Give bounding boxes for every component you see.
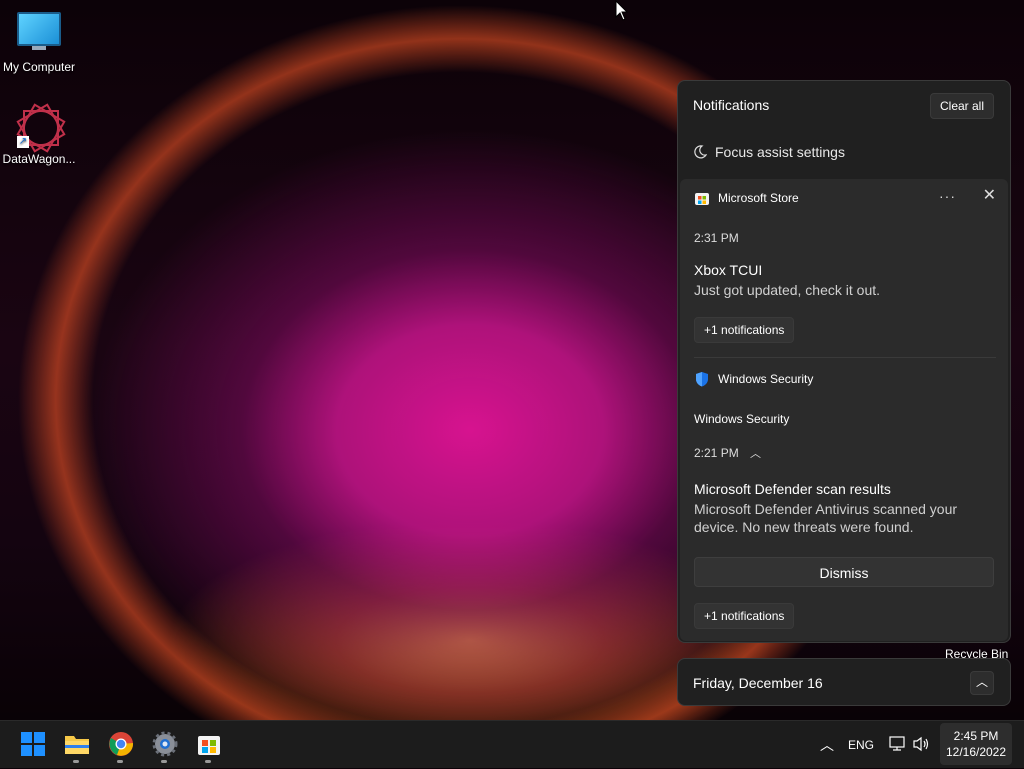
desktop-icon-label: My Computer bbox=[2, 60, 76, 74]
running-indicator bbox=[205, 760, 211, 763]
store-icon bbox=[695, 193, 709, 205]
dismiss-button[interactable]: Dismiss bbox=[694, 557, 994, 587]
datawagon-icon: ↗ bbox=[16, 103, 66, 153]
shortcut-arrow-icon: ↗ bbox=[17, 136, 29, 148]
file-explorer-icon[interactable] bbox=[64, 731, 90, 757]
desktop-icon-my-computer[interactable]: My Computer bbox=[0, 8, 78, 74]
clock-button[interactable]: 2:45 PM 12/16/2022 bbox=[940, 723, 1012, 765]
running-indicator bbox=[117, 760, 123, 763]
clear-all-button[interactable]: Clear all bbox=[929, 93, 994, 119]
desktop-icon-datawagon[interactable]: ↗ DataWagon... bbox=[0, 103, 78, 166]
language-indicator[interactable]: ENG bbox=[848, 721, 874, 769]
notification-body[interactable]: Just got updated, check it out. bbox=[694, 281, 994, 299]
notification-app-name: Microsoft Store bbox=[718, 191, 799, 205]
notification-title[interactable]: Microsoft Defender scan results bbox=[694, 481, 891, 497]
chrome-icon[interactable] bbox=[108, 731, 134, 757]
mouse-cursor-icon bbox=[615, 0, 629, 21]
more-options-icon[interactable]: ··· bbox=[939, 188, 956, 204]
focus-assist-settings-link[interactable]: Focus assist settings bbox=[693, 144, 845, 160]
shield-icon bbox=[696, 372, 708, 387]
settings-icon[interactable] bbox=[152, 731, 178, 757]
show-hidden-icons-button[interactable]: ︿ bbox=[820, 721, 834, 769]
running-indicator bbox=[161, 760, 167, 763]
notification-time: 2:21 PM bbox=[694, 446, 739, 460]
notification-time-toggle[interactable]: 2:21 PM ︿ bbox=[694, 445, 761, 461]
chevron-up-icon: ︿ bbox=[820, 737, 834, 753]
store-icon[interactable] bbox=[196, 731, 222, 757]
notification-app-header: Windows Security bbox=[694, 371, 813, 387]
notification-center-title: Notifications bbox=[693, 97, 770, 113]
calendar-date: Friday, December 16 bbox=[693, 675, 823, 691]
notification-title[interactable]: Xbox TCUI bbox=[694, 262, 762, 278]
more-notifications-button[interactable]: +1 notifications bbox=[694, 317, 795, 343]
notification-time: 2:31 PM bbox=[694, 231, 739, 245]
notification-center: Notifications Clear all Focus assist set… bbox=[677, 80, 1011, 643]
chevron-up-icon: ︿ bbox=[975, 675, 988, 689]
monitor-icon bbox=[17, 12, 61, 56]
start-icon[interactable] bbox=[20, 731, 46, 757]
expand-calendar-button[interactable]: ︿ bbox=[970, 671, 994, 695]
clock-date: 12/16/2022 bbox=[945, 745, 1007, 759]
chevron-up-icon: ︿ bbox=[750, 448, 762, 460]
notification-body[interactable]: Microsoft Defender Antivirus scanned you… bbox=[694, 500, 994, 536]
more-notifications-button[interactable]: +1 notifications bbox=[694, 603, 795, 629]
close-icon[interactable]: ✕ bbox=[983, 185, 996, 205]
notification-app-header: Microsoft Store bbox=[694, 190, 799, 206]
network-icon[interactable] bbox=[889, 736, 907, 752]
desktop-icon-label: DataWagon... bbox=[2, 152, 76, 166]
running-indicator bbox=[73, 760, 79, 763]
moon-icon bbox=[694, 145, 707, 159]
divider bbox=[694, 357, 996, 358]
calendar-panel: Friday, December 16 ︿ bbox=[677, 658, 1011, 706]
focus-assist-label: Focus assist settings bbox=[715, 144, 845, 160]
notification-subheader: Windows Security bbox=[694, 412, 790, 426]
clock-time: 2:45 PM bbox=[953, 729, 999, 743]
notification-card: Microsoft Store ··· ✕ 2:31 PM Xbox TCUI … bbox=[680, 179, 1008, 641]
taskbar: ︿ ENG 2:45 PM 12/16/2022 bbox=[0, 720, 1024, 768]
volume-icon[interactable] bbox=[913, 736, 931, 752]
notification-app-name: Windows Security bbox=[718, 372, 814, 386]
